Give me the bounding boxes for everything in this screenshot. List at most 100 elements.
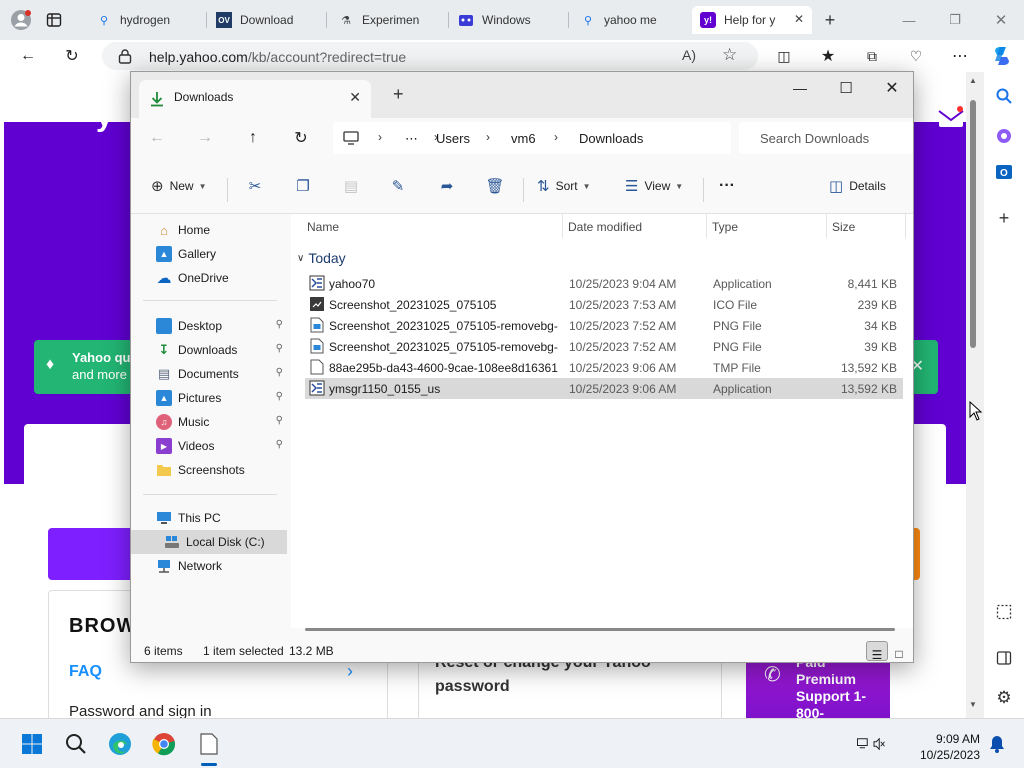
browser-tab-hydrogen[interactable]: ⚲ hydrogen (88, 6, 206, 34)
sidebar-item-videos[interactable]: ▶ Videos ⚲ (131, 434, 287, 458)
column-header-name[interactable]: Name (307, 220, 339, 234)
start-button[interactable] (17, 729, 47, 759)
sidebar-item-documents[interactable]: ▤ Documents ⚲ (131, 362, 287, 386)
sidebar-item-screenshots[interactable]: Screenshots (131, 458, 287, 482)
settings-more-button[interactable]: ⋯ (946, 44, 974, 68)
more-options-button[interactable]: ··· (719, 172, 735, 200)
details-view-button[interactable]: ☰ (866, 641, 888, 662)
breadcrumb[interactable]: › ⋯ › Users › vm6 › Downloads (333, 122, 731, 154)
pin-icon[interactable]: ⚲ (276, 439, 283, 450)
explorer-close-button[interactable]: ✕ (869, 74, 913, 102)
sidebar-item-downloads[interactable]: ↧ Downloads ⚲ (131, 338, 287, 362)
column-header-type[interactable]: Type (712, 220, 738, 234)
pin-icon[interactable]: ⚲ (276, 343, 283, 354)
tiles-view-button[interactable]: □ (888, 641, 910, 661)
scroll-up-icon[interactable]: ▲ (969, 76, 977, 85)
table-row[interactable]: yahoo70 10/25/2023 9:04 AM Application 8… (305, 273, 903, 294)
column-divider[interactable] (562, 214, 563, 238)
browser-tab-windows[interactable]: Windows (450, 6, 568, 34)
cut-icon[interactable]: ✂ (244, 174, 266, 198)
scroll-down-icon[interactable]: ▼ (969, 700, 977, 709)
up-button[interactable]: ↑ (241, 126, 265, 150)
sidebar-item-home[interactable]: ⌂ Home (131, 218, 287, 242)
table-row[interactable]: Screenshot_20231025_075105-removebg-... … (305, 315, 903, 336)
copilot-button[interactable] (988, 44, 1016, 68)
forward-button[interactable]: → (193, 126, 217, 150)
copy-icon[interactable]: ❐ (292, 174, 314, 198)
scrollbar-thumb[interactable] (970, 100, 976, 348)
column-divider[interactable] (826, 214, 827, 238)
explorer-tab-downloads[interactable]: Downloads ✕ (139, 80, 371, 118)
delete-icon[interactable]: 🗑 (484, 174, 506, 198)
tab-actions-button[interactable] (46, 6, 76, 34)
system-clock[interactable]: 9:09 AM 10/25/2023 (912, 731, 980, 763)
sidebar-item-onedrive[interactable]: ☁ OneDrive (131, 266, 287, 290)
rename-icon[interactable]: ✎ (387, 174, 409, 198)
url-field[interactable]: help.yahoo.com/kb/account?redirect=true … (102, 42, 758, 70)
add-sidebar-app-icon[interactable]: + (992, 206, 1016, 230)
favorite-star-icon[interactable]: ☆ (722, 45, 737, 65)
lock-icon[interactable] (118, 48, 132, 64)
pin-icon[interactable]: ⚲ (276, 319, 283, 330)
mail-icon[interactable] (938, 106, 964, 128)
chevron-right-icon[interactable]: › (347, 661, 353, 682)
explorer-maximize-button[interactable]: ☐ (823, 74, 869, 102)
back-button[interactable]: ← (14, 44, 42, 68)
sidebar-item-network[interactable]: Network (131, 554, 287, 578)
sidebar-item-gallery[interactable]: ▲ Gallery (131, 242, 287, 266)
notifications-button[interactable] (982, 729, 1012, 759)
close-tab-icon[interactable]: ✕ (794, 12, 804, 26)
table-row[interactable]: Screenshot_20231025_075105-removebg-... … (305, 336, 903, 357)
screenshot-icon[interactable] (992, 600, 1016, 624)
browser-essentials-button[interactable]: ♡ (902, 44, 930, 68)
sidebar-item-this-pc[interactable]: This PC (131, 506, 287, 530)
sort-button[interactable]: ⇅ Sort ▼ (537, 172, 591, 200)
refresh-button[interactable]: ↻ (289, 126, 313, 150)
sidebar-item-local-disk[interactable]: Local Disk (C:) (131, 530, 287, 554)
breadcrumb-more[interactable]: ⋯ (405, 131, 418, 147)
table-row[interactable]: Screenshot_20231025_075105 10/25/2023 7:… (305, 294, 903, 315)
browser-minimize-button[interactable]: — (886, 0, 932, 40)
favorites-button[interactable]: ★ (814, 44, 842, 68)
back-button[interactable]: ← (145, 126, 169, 150)
gear-icon[interactable]: ⚙ (992, 686, 1016, 710)
table-row-selected[interactable]: ymsgr1150_0155_us 10/25/2023 9:06 AM App… (305, 378, 903, 399)
breadcrumb-vm6[interactable]: vm6 (511, 131, 536, 146)
new-tab-button[interactable]: + (393, 84, 404, 105)
split-screen-button[interactable]: ◫ (770, 44, 798, 68)
browser-tab-experiments[interactable]: ⚗ Experimen (330, 6, 448, 34)
view-button[interactable]: ☰ View ▼ (625, 172, 683, 200)
table-row[interactable]: 88ae295b-da43-4600-9cae-108ee8d16361... … (305, 357, 903, 378)
browser-close-button[interactable]: ✕ (978, 0, 1024, 40)
pin-icon[interactable]: ⚲ (276, 415, 283, 426)
pin-icon[interactable]: ⚲ (276, 367, 283, 378)
webpage-scrollbar[interactable]: ▲ ▼ (966, 72, 984, 718)
explorer-minimize-button[interactable]: — (777, 74, 823, 102)
browser-tab-download[interactable]: OV Download (208, 6, 326, 34)
password-signin-link[interactable]: Password and sign in (69, 703, 212, 718)
new-button[interactable]: ⊕ New ▼ (151, 172, 207, 200)
pin-icon[interactable]: ⚲ (276, 391, 283, 402)
taskbar-edge-button[interactable] (105, 729, 135, 759)
sidebar-toggle-icon[interactable] (992, 646, 1016, 670)
column-divider[interactable] (706, 214, 707, 238)
collections-button[interactable]: ⧉ (858, 44, 886, 68)
breadcrumb-downloads[interactable]: Downloads (579, 131, 643, 146)
taskbar-search-button[interactable] (61, 729, 91, 759)
outlook-icon[interactable]: O (992, 160, 1016, 184)
group-header-today[interactable]: ∨ Today (297, 250, 346, 266)
close-tab-icon[interactable]: ✕ (349, 89, 361, 106)
sidebar-item-pictures[interactable]: ▲ Pictures ⚲ (131, 386, 287, 410)
browser-restore-button[interactable]: ❐ (932, 0, 978, 40)
faq-link[interactable]: FAQ (69, 663, 102, 681)
sidebar-item-music[interactable]: ♫ Music ⚲ (131, 410, 287, 434)
new-tab-button[interactable]: + (816, 6, 844, 34)
column-header-date[interactable]: Date modified (568, 220, 642, 234)
horizontal-scrollbar[interactable] (305, 628, 895, 631)
browser-tab-yahoo-help[interactable]: y! Help for y ✕ (692, 6, 812, 34)
breadcrumb-users[interactable]: Users (436, 131, 470, 146)
column-header-size[interactable]: Size (832, 220, 855, 234)
search-icon[interactable] (992, 84, 1016, 108)
yahoo-logo[interactable]: y (96, 100, 113, 134)
taskbar-chrome-button[interactable] (149, 729, 179, 759)
